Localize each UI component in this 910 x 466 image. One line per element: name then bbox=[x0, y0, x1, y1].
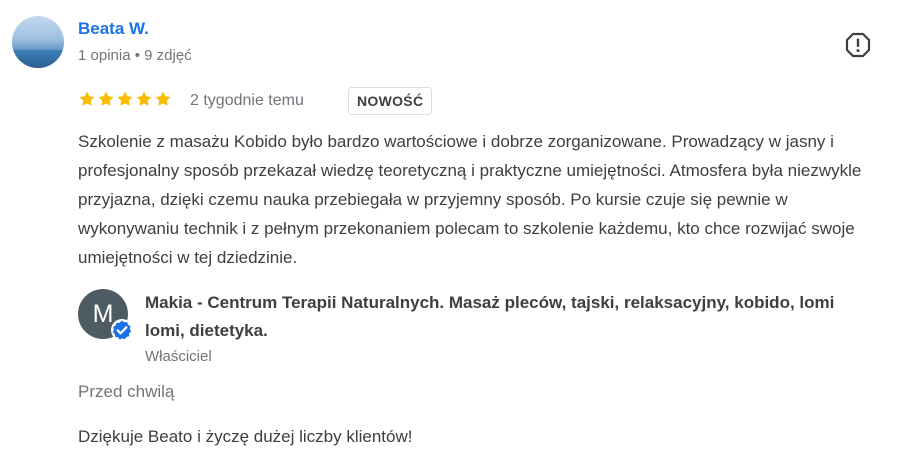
review-text: Szkolenie z masażu Kobido było bardzo wa… bbox=[78, 132, 862, 267]
star-icon bbox=[79, 91, 95, 106]
star-icon bbox=[98, 91, 114, 106]
reviewer-avatar[interactable] bbox=[12, 16, 64, 68]
star-icon bbox=[155, 91, 171, 106]
sea-horizon-photo bbox=[12, 50, 64, 68]
verified-badge-icon bbox=[111, 319, 133, 341]
star-rating bbox=[78, 90, 172, 108]
reply-text: Dziękuje Beato i życzę dużej liczby klie… bbox=[78, 427, 413, 446]
reply-time: Przed chwilą bbox=[78, 382, 175, 401]
owner-name[interactable]: Makia - Centrum Terapii Naturalnych. Mas… bbox=[145, 289, 875, 345]
review-time: 2 tygodnie temu bbox=[190, 92, 304, 109]
report-flag-icon[interactable] bbox=[845, 32, 871, 58]
new-badge: NOWOŚĆ bbox=[348, 87, 433, 115]
reviewer-meta: 1 opinia • 9 zdjęć bbox=[78, 47, 192, 64]
reviewer-name[interactable]: Beata W. bbox=[78, 19, 149, 39]
star-icon bbox=[117, 91, 133, 106]
star-icon bbox=[136, 91, 152, 106]
owner-role: Właściciel bbox=[145, 348, 212, 365]
